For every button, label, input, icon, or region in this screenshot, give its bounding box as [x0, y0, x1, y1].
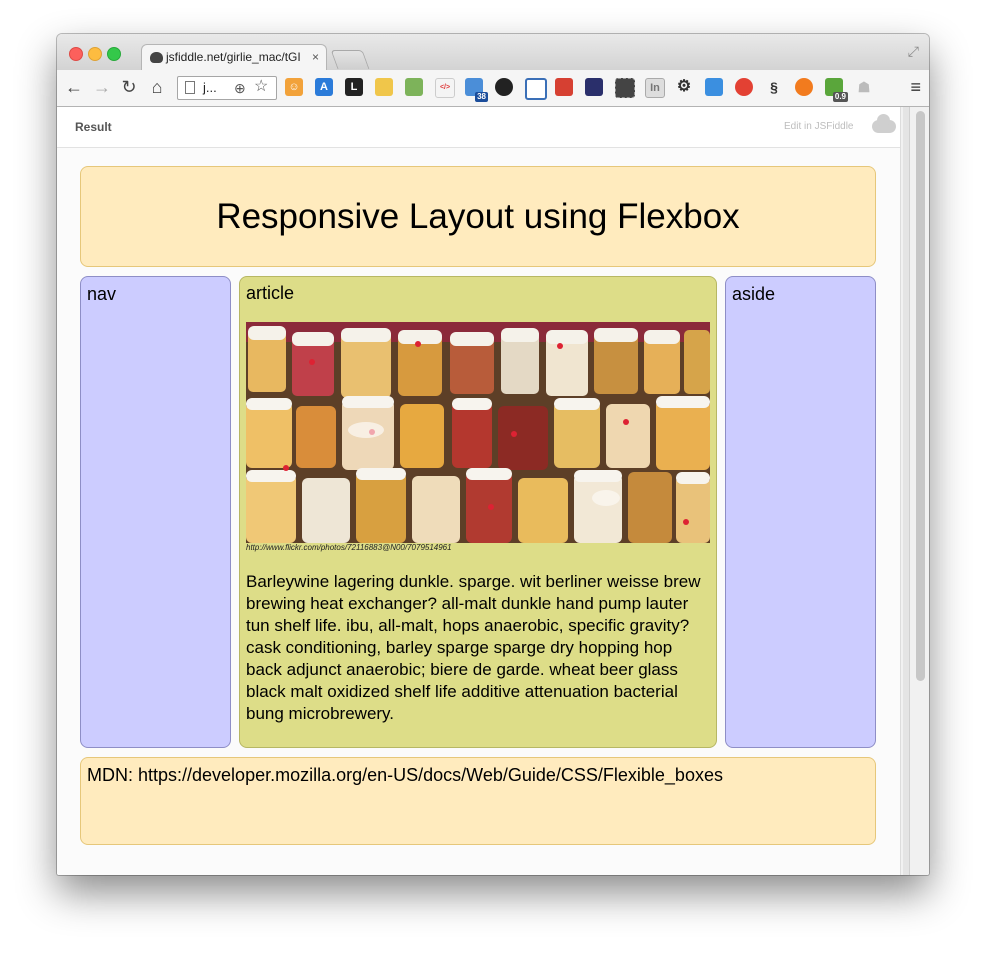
result-label: Result	[75, 120, 112, 134]
reload-button[interactable]: ↻	[119, 76, 139, 98]
zoom-icon[interactable]: ⊕	[234, 77, 246, 99]
page-icon	[185, 81, 195, 94]
beer-glasses-illustration	[246, 322, 710, 543]
article-text: Barleywine lagering dunkle. sparge. wit …	[246, 572, 701, 723]
book-extension-icon[interactable]	[405, 78, 423, 96]
new-tab-button[interactable]	[330, 50, 370, 69]
result-content: Responsive Layout using Flexbox nav arti…	[57, 148, 900, 875]
stars-extension-icon[interactable]	[585, 78, 603, 96]
window-close-button[interactable]	[69, 47, 83, 61]
translate-extension-icon[interactable]: A	[315, 78, 333, 96]
blue-extension-icon[interactable]	[705, 78, 723, 96]
nav-panel: nav	[80, 276, 231, 748]
jsfiddle-cloud-icon[interactable]	[872, 114, 896, 133]
tab-strip: jsfiddle.net/girlie_mac/tGI × ⤢	[57, 34, 929, 71]
jsfiddle-cloud-icon	[150, 52, 163, 63]
page-footer: MDN: https://developer.mozilla.org/en-US…	[80, 757, 876, 845]
back-button[interactable]: ←	[64, 76, 84, 98]
article-panel: article http://www.flickr.com/photos/721…	[239, 276, 717, 748]
evernote-clip-icon[interactable]	[615, 78, 635, 98]
jsfiddle-result-bar: Result Edit in JSFiddle	[57, 107, 900, 148]
extension-badge-2: 0.9	[832, 92, 848, 102]
android-icon[interactable]: ☗	[855, 78, 873, 96]
red-circle-extension-icon[interactable]	[735, 78, 753, 96]
beer-glasses-photo	[246, 322, 710, 543]
extension-ghost-icon[interactable]: ☺	[285, 78, 303, 96]
counter-extension-icon[interactable]: 38	[465, 78, 488, 102]
article-label: article	[246, 283, 295, 303]
scrollbar[interactable]	[900, 107, 929, 875]
address-bar[interactable]: j... ⊕ ☆	[177, 76, 277, 100]
red-book-icon[interactable]	[555, 78, 573, 96]
bookmark-star-icon[interactable]: ☆	[254, 76, 268, 98]
browser-window: jsfiddle.net/girlie_mac/tGI × ⤢ ← → ↻ ⌂ …	[57, 34, 929, 875]
aside-panel: aside	[725, 276, 876, 748]
link-extension-icon[interactable]: §	[765, 78, 783, 96]
page-title: Responsive Layout using Flexbox	[216, 197, 740, 236]
github-icon[interactable]	[495, 78, 513, 96]
url-text: j...	[203, 80, 217, 95]
gear-icon[interactable]: ⚙	[675, 78, 693, 96]
l-extension-icon[interactable]: L	[345, 78, 363, 96]
fullscreen-icon[interactable]: ⤢	[908, 43, 919, 60]
browser-toolbar: ← → ↻ ⌂ j... ⊕ ☆ ☺ A L </> 38 In ⚙ § 0.9…	[57, 70, 929, 107]
home-button[interactable]: ⌂	[147, 76, 167, 98]
footer-text: MDN: https://developer.mozilla.org/en-US…	[87, 765, 723, 785]
window-minimize-button[interactable]	[88, 47, 102, 61]
photo-caption: http://www.flickr.com/photos/72116883@N0…	[246, 543, 452, 552]
forward-button[interactable]: →	[92, 76, 112, 98]
window-maximize-button[interactable]	[107, 47, 121, 61]
page-header: Responsive Layout using Flexbox	[80, 166, 876, 267]
screen-capture-icon[interactable]	[525, 78, 547, 100]
tab-title: jsfiddle.net/girlie_mac/tGI	[166, 50, 301, 64]
code-extension-icon[interactable]: </>	[435, 78, 455, 98]
edit-in-jsfiddle-link[interactable]: Edit in JSFiddle	[784, 121, 853, 132]
speed-extension-icon[interactable]: 0.9	[825, 78, 848, 102]
browser-tab[interactable]: jsfiddle.net/girlie_mac/tGI ×	[141, 44, 327, 71]
extension-badge: 38	[475, 92, 488, 102]
nav-label: nav	[87, 284, 117, 304]
scrollbar-inner	[903, 107, 910, 875]
color-picker-icon[interactable]	[795, 78, 813, 96]
scrollbar-thumb[interactable]	[916, 111, 925, 681]
menu-icon[interactable]: ≡	[910, 78, 921, 96]
tab-close-icon[interactable]: ×	[312, 45, 319, 70]
folder-extension-icon[interactable]	[375, 78, 393, 96]
aside-label: aside	[732, 284, 776, 304]
linkedin-icon[interactable]: In	[645, 78, 665, 98]
